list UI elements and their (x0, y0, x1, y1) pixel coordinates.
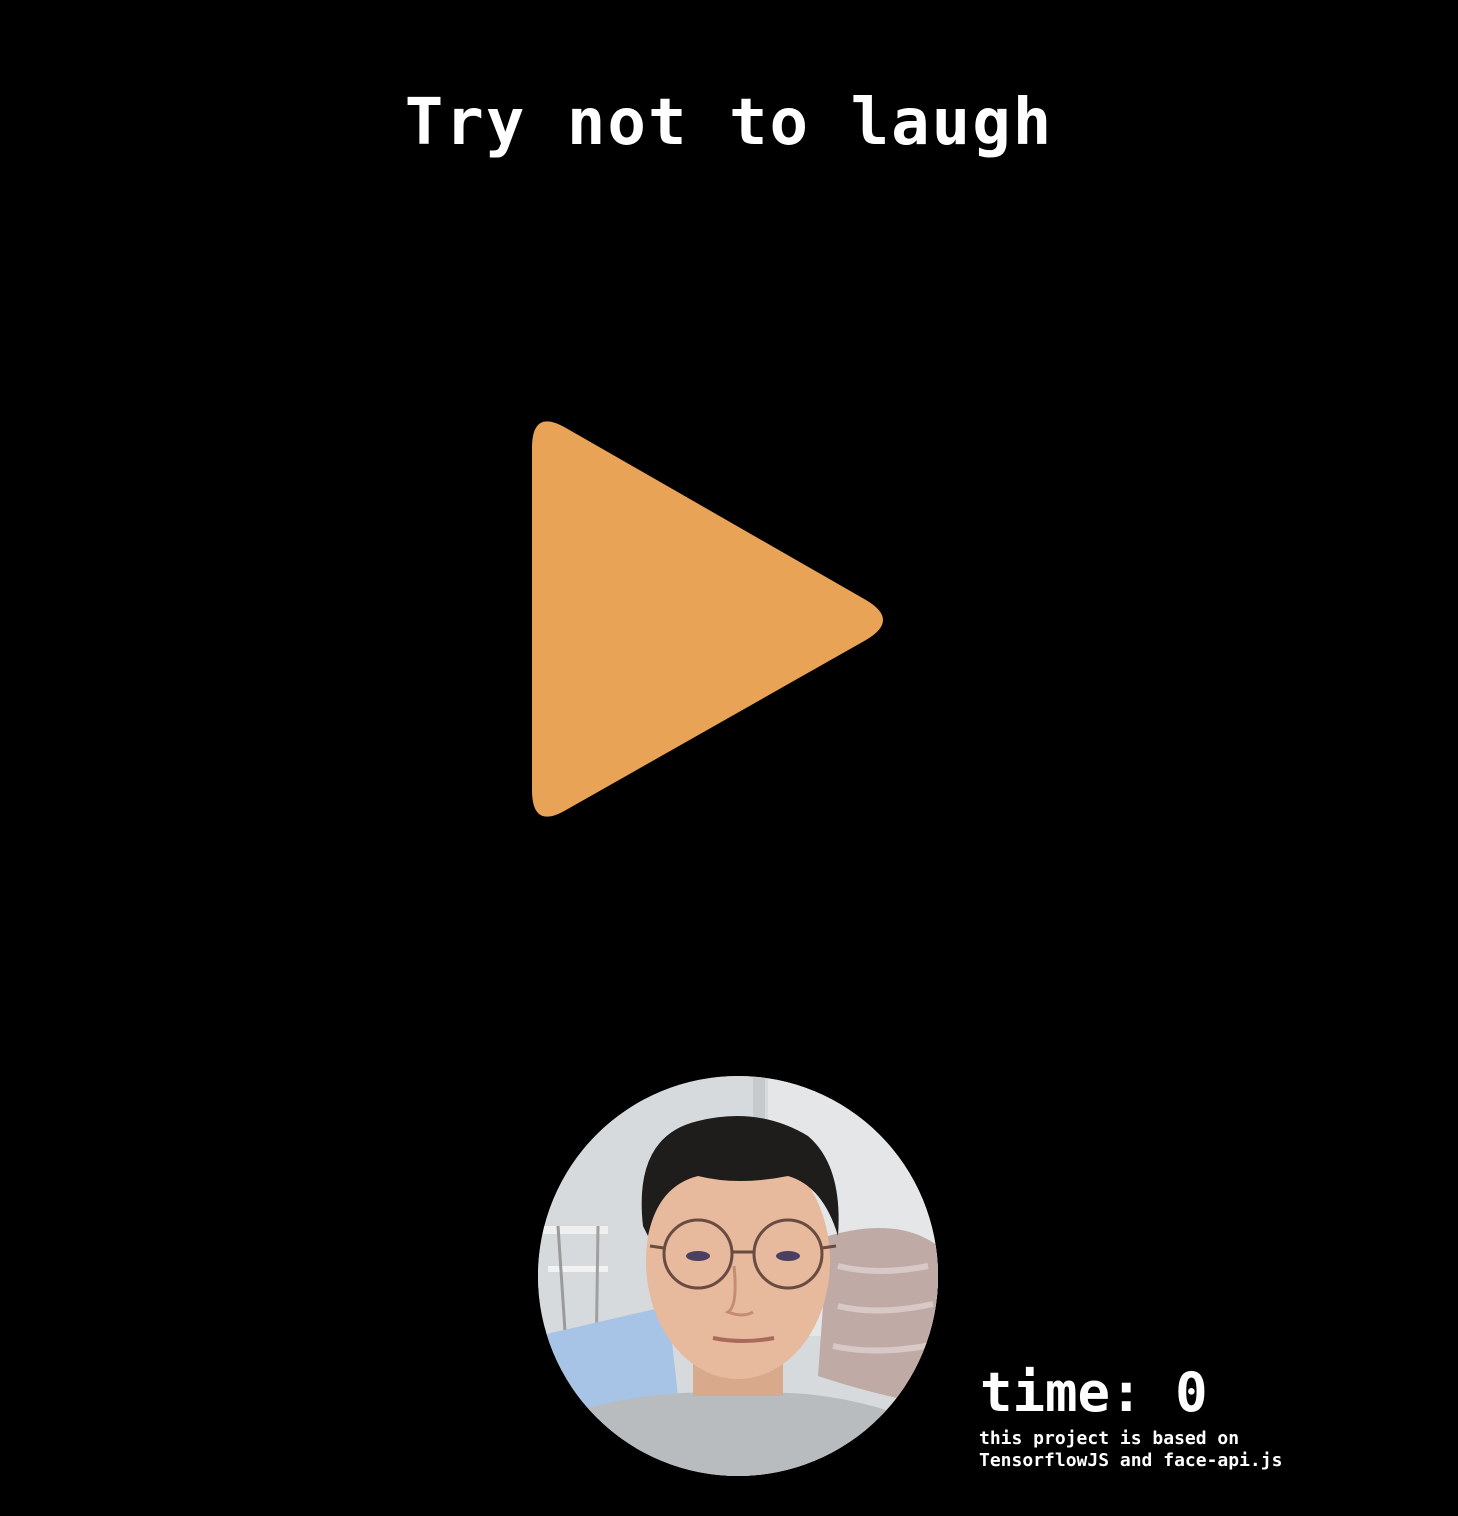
credit-line-1: this project is based on (979, 1428, 1240, 1449)
credit-line-2: TensorflowJS and face-api.js (979, 1450, 1283, 1471)
timer-text: time: 0 (980, 1361, 1208, 1424)
play-icon (532, 421, 883, 817)
play-button[interactable] (520, 408, 900, 828)
webcam-feed (538, 1076, 938, 1476)
webcam-video (538, 1076, 938, 1476)
page-title: Try not to laugh (404, 85, 1054, 160)
credit-text: this project is based on TensorflowJS an… (979, 1428, 1282, 1472)
